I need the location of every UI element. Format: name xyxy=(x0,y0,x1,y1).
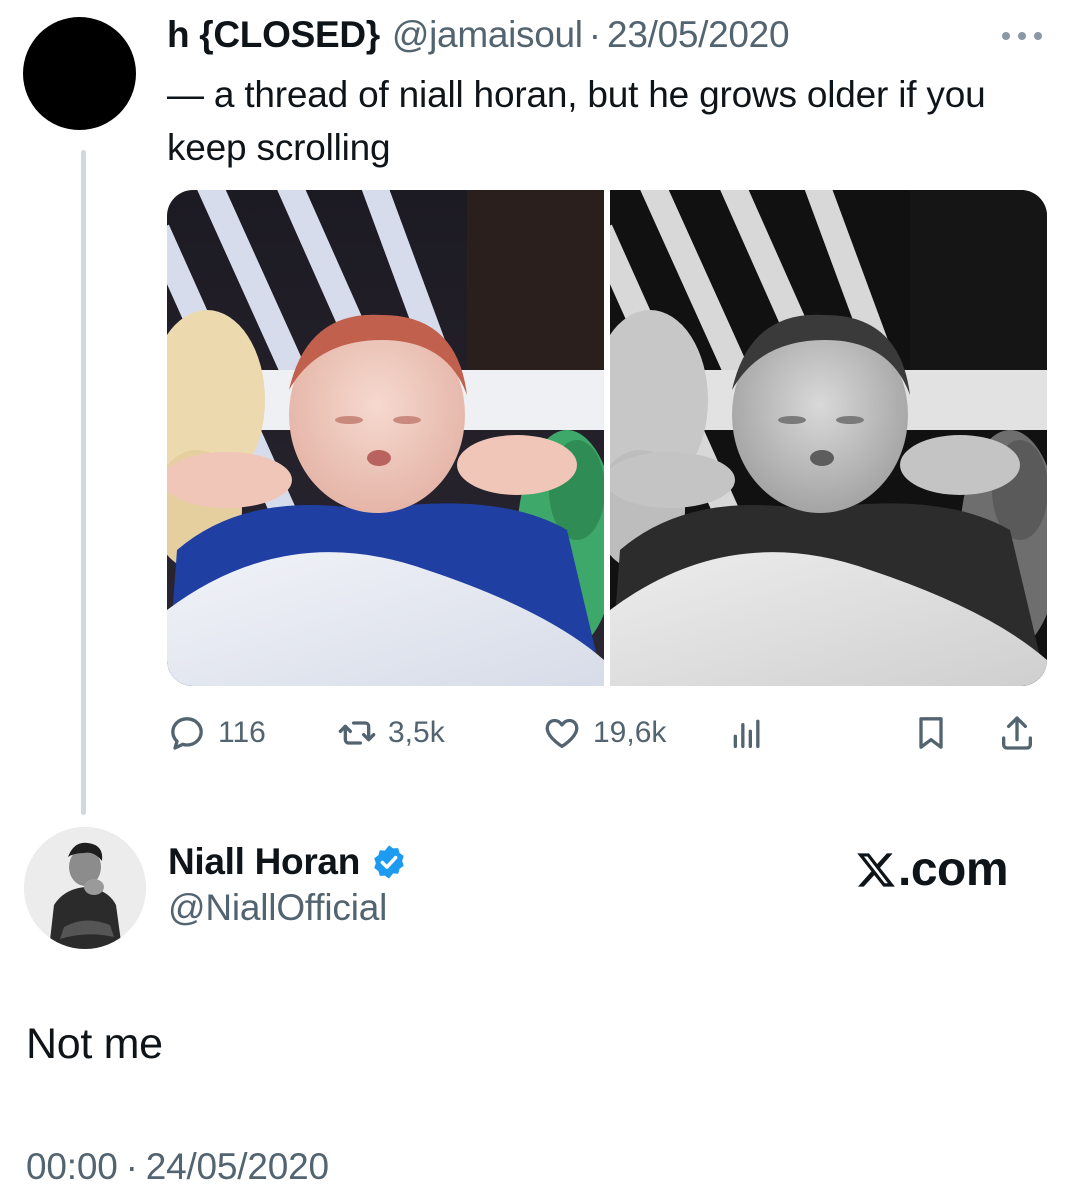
main-avatar[interactable] xyxy=(24,827,146,949)
tweet-action-bar: 116 3,5k 19,6k xyxy=(167,708,1047,758)
retweet-icon xyxy=(338,721,376,745)
verified-badge-icon[interactable] xyxy=(370,843,408,881)
main-handle[interactable]: @NiallOfficial xyxy=(168,887,387,929)
parent-tweet-text: — a thread of niall horan, but he grows … xyxy=(167,74,986,168)
parent-avatar[interactable] xyxy=(23,17,136,130)
share-icon xyxy=(1002,716,1032,750)
baby-photo-color[interactable] xyxy=(167,190,604,686)
header-separator: · xyxy=(588,14,602,55)
parent-handle[interactable]: @jamaisoul xyxy=(392,14,583,56)
retweet-button[interactable]: 3,5k xyxy=(337,708,445,758)
parent-display-name[interactable]: h {CLOSED} xyxy=(167,14,380,56)
baby-photo-bw[interactable] xyxy=(610,190,1047,686)
main-tweet-text: Not me xyxy=(26,1020,163,1068)
thread-connector-line xyxy=(81,150,86,815)
main-tweet-timestamp: 00:00 · 24/05/2020 xyxy=(26,1146,329,1188)
tweet-time[interactable]: 00:00 xyxy=(26,1146,118,1187)
like-count: 19,6k xyxy=(593,716,667,749)
more-options-icon[interactable] xyxy=(1002,32,1042,42)
like-button[interactable]: 19,6k xyxy=(542,708,666,758)
meta-separator: · xyxy=(125,1146,138,1187)
reply-count: 116 xyxy=(218,716,266,749)
reply-button[interactable]: 116 xyxy=(167,708,266,758)
parent-date[interactable]: 23/05/2020 xyxy=(607,14,789,56)
bookmark-icon xyxy=(919,717,943,749)
brand-watermark: .com xyxy=(855,842,1009,897)
share-button[interactable] xyxy=(997,708,1037,758)
views-chart-icon xyxy=(733,719,760,748)
brand-domain-suffix: .com xyxy=(898,843,1009,896)
parent-tweet-header: h {CLOSED} @jamaisoul · 23/05/2020 xyxy=(167,14,790,58)
reply-icon xyxy=(171,717,203,750)
views-button[interactable] xyxy=(727,708,767,758)
heart-icon xyxy=(545,718,579,748)
tweet-date[interactable]: 24/05/2020 xyxy=(146,1146,329,1187)
tweet-media-grid xyxy=(167,190,1047,686)
x-logo-icon xyxy=(857,852,895,887)
main-display-name[interactable]: Niall Horan xyxy=(168,841,360,883)
bookmark-button[interactable] xyxy=(911,708,951,758)
retweet-count: 3,5k xyxy=(388,716,445,749)
main-name-row: Niall Horan xyxy=(168,840,408,884)
